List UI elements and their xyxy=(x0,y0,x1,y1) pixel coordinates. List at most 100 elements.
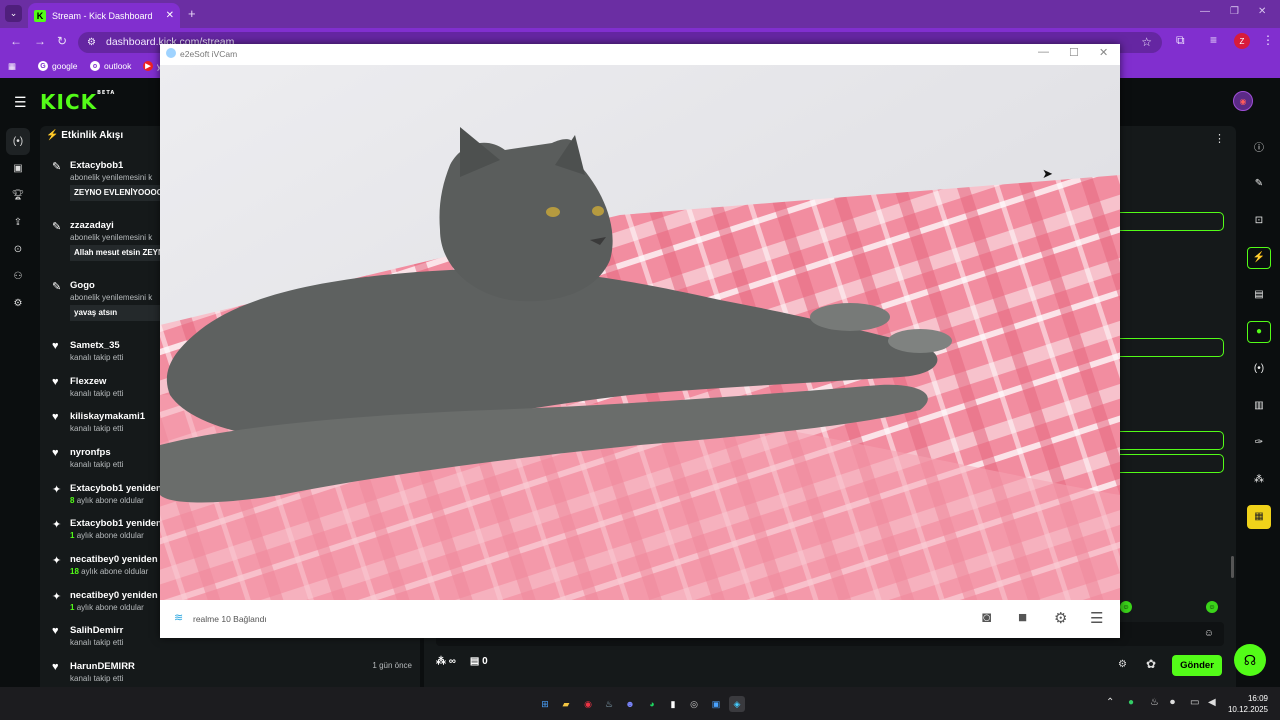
volume-icon[interactable]: ◀ xyxy=(1208,697,1216,708)
highlight-box[interactable] xyxy=(1114,338,1224,357)
profile-avatar[interactable]: Z xyxy=(1234,33,1250,49)
ivcam-titlebar: e2eSoft iVCam — ☐ ✕ xyxy=(160,44,1120,65)
users-icon[interactable]: ⚇ xyxy=(0,263,36,290)
tray-chevron-icon[interactable]: ⌃ xyxy=(1106,697,1114,708)
discord-icon[interactable]: ☻ xyxy=(622,696,638,712)
sparkle-icon: ✦ xyxy=(52,519,62,531)
send-button[interactable]: Gönder xyxy=(1172,655,1222,676)
help-chat-icon[interactable]: ☊ xyxy=(1234,644,1266,676)
settings-icon[interactable]: ⚙ xyxy=(1054,609,1067,627)
back-icon[interactable]: ← xyxy=(10,34,22,48)
highlight-box[interactable] xyxy=(1114,431,1224,450)
extensions-icon[interactable]: ⧉ xyxy=(1176,33,1185,48)
start-icon[interactable]: ⊞ xyxy=(537,696,553,712)
dashboard-icon[interactable]: ▣ xyxy=(0,155,36,182)
user-avatar[interactable]: ◉ xyxy=(1233,91,1253,111)
microphone-icon[interactable]: ⏺ xyxy=(1170,697,1175,708)
camera-snapshot-icon[interactable]: ◙ xyxy=(982,609,991,626)
scrollbar[interactable] xyxy=(1231,556,1234,578)
close-window-icon[interactable]: ✕ xyxy=(1258,6,1266,17)
youtube-icon: ▶ xyxy=(143,61,153,71)
resub-icon: ✎ xyxy=(52,221,62,233)
clock[interactable]: 16:09 10.12.2025 xyxy=(1222,693,1268,715)
bookmark-youtube[interactable]: ▶y xyxy=(143,61,161,71)
highlight-box[interactable] xyxy=(1114,212,1224,231)
apps-grid-icon[interactable]: ▦ xyxy=(8,61,16,72)
notes-icon[interactable]: ▤ xyxy=(1246,276,1272,313)
right-tool-rail: ⓘ ✎ ⊡ ⚡ ▤ ● (•) ▥ ✑ ⁂ ▦ xyxy=(1246,128,1272,535)
chat-options-icon[interactable]: ⋮ xyxy=(1214,132,1225,145)
epic-icon[interactable]: ▮ xyxy=(665,696,681,712)
wrench-icon[interactable]: ✑ xyxy=(1246,424,1272,461)
maximize-icon[interactable]: ❐ xyxy=(1230,6,1239,17)
chrome-icon[interactable]: ◉ xyxy=(580,696,596,712)
app-icon[interactable]: ▣ xyxy=(708,696,724,712)
heart-icon: ♥ xyxy=(52,661,59,673)
points-infinite[interactable]: ⁂ ∞ xyxy=(436,656,456,667)
file-explorer-icon[interactable]: ▰ xyxy=(558,696,574,712)
close-window-icon[interactable]: ✕ xyxy=(1099,46,1108,59)
close-tab-icon[interactable]: ✕ xyxy=(166,10,174,21)
emoji-icon[interactable]: ☺ xyxy=(1204,628,1214,639)
outlook-icon: o xyxy=(90,61,100,71)
app-icon[interactable]: ◎ xyxy=(686,696,702,712)
capture-icon[interactable]: ⊡ xyxy=(1246,202,1272,239)
cat-on-blanket-image xyxy=(160,65,1120,600)
kick-logo[interactable]: KICKBETA xyxy=(40,90,115,114)
clapper-icon[interactable]: ▦ xyxy=(1246,498,1272,535)
mouse-cursor-icon: ➤ xyxy=(1042,166,1053,181)
tab-search-icon[interactable]: ⌄ xyxy=(5,5,22,22)
chat-settings-icon[interactable]: ⚙ xyxy=(1118,659,1127,670)
ivcam-taskbar-icon[interactable]: ◈ xyxy=(729,696,745,712)
emote-picker-icon[interactable]: ✿ xyxy=(1146,657,1156,671)
stream-live-icon[interactable]: (•) xyxy=(6,128,30,155)
steam-icon[interactable]: ♨ xyxy=(601,696,617,712)
minimize-icon[interactable]: — xyxy=(1200,6,1210,17)
forward-icon[interactable]: → xyxy=(34,34,46,48)
ivcam-app-icon xyxy=(166,48,176,58)
share-icon[interactable]: ⁂ xyxy=(1246,461,1272,498)
heart-icon: ♥ xyxy=(52,625,59,637)
hamburger-menu-icon[interactable]: ☰ xyxy=(14,94,27,111)
reload-icon[interactable]: ↻ xyxy=(57,34,67,48)
upload-icon[interactable]: ⇪ xyxy=(0,209,36,236)
menu-icon[interactable]: ☰ xyxy=(1090,609,1103,627)
minimize-icon[interactable]: — xyxy=(1038,46,1049,58)
chat-stats: ⁂ ∞ ▤ 0 xyxy=(436,656,488,667)
tray-app-icon[interactable]: ● xyxy=(1128,697,1134,708)
chat-bubble-icon[interactable]: ● xyxy=(1246,313,1272,350)
new-tab-icon[interactable]: + xyxy=(188,6,196,21)
tab-title: Stream - Kick Dashboard xyxy=(52,10,153,21)
tab-kick-dashboard[interactable]: K Stream - Kick Dashboard ✕ xyxy=(28,3,180,28)
target-icon[interactable]: ⊙ xyxy=(0,236,36,263)
layers-icon[interactable]: ▥ xyxy=(1246,387,1272,424)
quick-actions-icon[interactable]: ⚡ xyxy=(1246,239,1272,276)
edit-icon[interactable]: ✎ xyxy=(1246,165,1272,202)
ivcam-window: e2eSoft iVCam — ☐ ✕ ≋ realme 10 Bağlandı… xyxy=(160,44,1120,638)
spotify-icon[interactable]: ◕ xyxy=(644,696,660,712)
info-icon[interactable]: ⓘ xyxy=(1246,128,1272,165)
steam-tray-icon[interactable]: ♨ xyxy=(1150,697,1159,708)
trophy-icon[interactable]: 🏆︎ xyxy=(0,182,36,209)
settings-icon[interactable]: ⚙ xyxy=(0,290,36,317)
bookmark-outlook[interactable]: o outlook xyxy=(90,61,131,71)
broadcast-icon[interactable]: (•) xyxy=(1246,350,1272,387)
heart-icon: ♥ xyxy=(52,411,59,423)
bookmark-google[interactable]: Ggoogle xyxy=(38,61,78,71)
sparkle-icon: ✦ xyxy=(52,484,62,496)
bookmark-star-icon[interactable]: ☆ xyxy=(1141,32,1152,53)
sparkle-icon: ✦ xyxy=(52,555,62,567)
emote-icon: ☺ xyxy=(1206,601,1218,613)
heart-icon: ♥ xyxy=(52,340,59,352)
network-icon[interactable]: ▭ xyxy=(1190,697,1199,708)
ivcam-footer: ≋ realme 10 Bağlandı ◙ ■ ⚙ ☰ xyxy=(160,600,1120,638)
video-record-icon[interactable]: ■ xyxy=(1018,609,1027,626)
media-icon[interactable]: ≡ xyxy=(1210,33,1217,47)
wifi-icon: ≋ xyxy=(174,612,184,624)
site-info-icon[interactable]: ⚙ xyxy=(87,32,96,53)
points-counter[interactable]: ▤ 0 xyxy=(470,656,488,667)
emote-icon: ☺ xyxy=(1120,601,1132,613)
highlight-box[interactable] xyxy=(1114,454,1224,473)
menu-kebab-icon[interactable]: ⋮ xyxy=(1262,33,1274,47)
maximize-icon[interactable]: ☐ xyxy=(1069,46,1079,59)
